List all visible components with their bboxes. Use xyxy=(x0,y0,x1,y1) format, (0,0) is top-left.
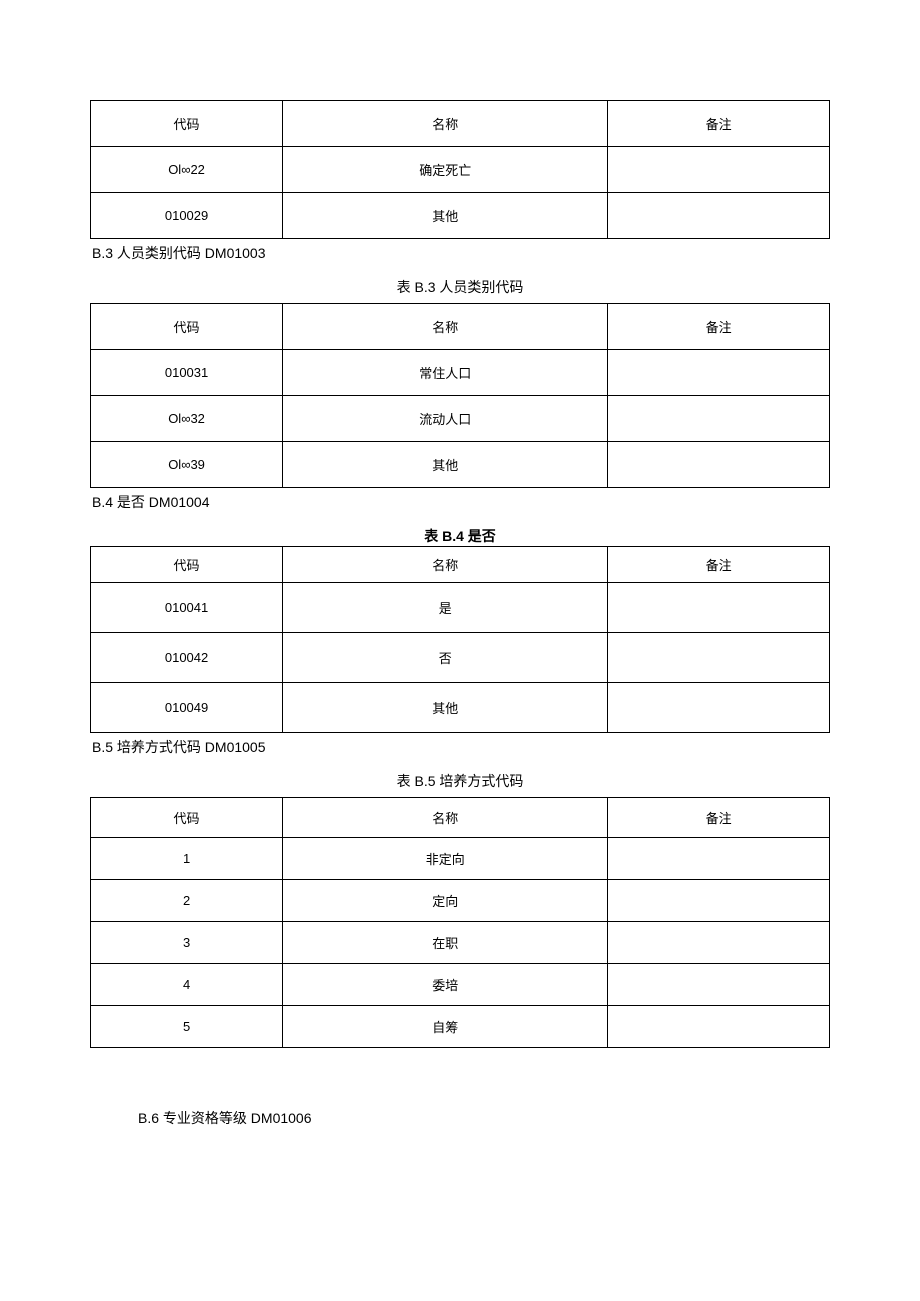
cell-name: 确定死亡 xyxy=(283,147,608,193)
cell-code: 010049 xyxy=(91,683,283,733)
table-b3: 代码 名称 备注 010031 常住人口 Ol∞32 流动人口 Ol∞39 其他 xyxy=(90,303,830,488)
header-note: 备注 xyxy=(608,798,830,838)
table-row: Ol∞22 确定死亡 xyxy=(91,147,830,193)
cell-name: 定向 xyxy=(283,880,608,922)
cell-code: 4 xyxy=(91,964,283,1006)
header-name: 名称 xyxy=(283,101,608,147)
table-b2: 代码 名称 备注 Ol∞22 确定死亡 010029 其他 xyxy=(90,100,830,239)
cell-code: 5 xyxy=(91,1006,283,1048)
cell-note xyxy=(608,964,830,1006)
cell-note xyxy=(608,1006,830,1048)
table-b5: 代码 名称 备注 1 非定向 2 定向 3 在职 4 委培 5 自筹 xyxy=(90,797,830,1048)
header-note: 备注 xyxy=(608,304,830,350)
cell-code: 3 xyxy=(91,922,283,964)
cell-name: 否 xyxy=(283,633,608,683)
table-row: 010042 否 xyxy=(91,633,830,683)
section-b3-heading: B.3 人员类别代码 DM01003 xyxy=(90,243,830,263)
cell-note xyxy=(608,880,830,922)
header-code: 代码 xyxy=(91,798,283,838)
table-row: 010029 其他 xyxy=(91,193,830,239)
table-row: 5 自筹 xyxy=(91,1006,830,1048)
section-b5-heading: B.5 培养方式代码 DM01005 xyxy=(90,737,830,757)
section-b6-heading: B.6 专业资格等级 DM01006 xyxy=(138,1108,830,1128)
cell-name: 非定向 xyxy=(283,838,608,880)
table-b5-caption: 表 B.5 培养方式代码 xyxy=(90,771,830,791)
cell-note xyxy=(608,583,830,633)
header-name: 名称 xyxy=(283,798,608,838)
cell-code: 1 xyxy=(91,838,283,880)
cell-note xyxy=(608,350,830,396)
table-b4-caption: 表 B.4 是否 xyxy=(90,526,830,546)
cell-note xyxy=(608,147,830,193)
table-row: 1 非定向 xyxy=(91,838,830,880)
header-note: 备注 xyxy=(608,547,830,583)
table-row: 3 在职 xyxy=(91,922,830,964)
table-row: 010049 其他 xyxy=(91,683,830,733)
cell-note xyxy=(608,633,830,683)
cell-note xyxy=(608,193,830,239)
cell-code: Ol∞22 xyxy=(91,147,283,193)
cell-code: 010029 xyxy=(91,193,283,239)
cell-name: 常住人口 xyxy=(283,350,608,396)
cell-name: 流动人口 xyxy=(283,396,608,442)
cell-name: 其他 xyxy=(283,442,608,488)
section-b4-heading: B.4 是否 DM01004 xyxy=(90,492,830,512)
table-row: 2 定向 xyxy=(91,880,830,922)
cell-note xyxy=(608,838,830,880)
header-name: 名称 xyxy=(283,304,608,350)
cell-name: 自筹 xyxy=(283,1006,608,1048)
header-code: 代码 xyxy=(91,101,283,147)
cell-code: 2 xyxy=(91,880,283,922)
table-row: Ol∞32 流动人口 xyxy=(91,396,830,442)
cell-name: 委培 xyxy=(283,964,608,1006)
cell-code: 010031 xyxy=(91,350,283,396)
table-row: 010031 常住人口 xyxy=(91,350,830,396)
cell-note xyxy=(608,922,830,964)
table-b4: 代码 名称 备注 010041 是 010042 否 010049 其他 xyxy=(90,546,830,733)
cell-name: 是 xyxy=(283,583,608,633)
table-b3-caption: 表 B.3 人员类别代码 xyxy=(90,277,830,297)
cell-code: Ol∞39 xyxy=(91,442,283,488)
table-header-row: 代码 名称 备注 xyxy=(91,304,830,350)
table-row: 4 委培 xyxy=(91,964,830,1006)
header-name: 名称 xyxy=(283,547,608,583)
table-header-row: 代码 名称 备注 xyxy=(91,798,830,838)
table-row: Ol∞39 其他 xyxy=(91,442,830,488)
cell-note xyxy=(608,442,830,488)
cell-code: 010041 xyxy=(91,583,283,633)
header-note: 备注 xyxy=(608,101,830,147)
cell-name: 其他 xyxy=(283,683,608,733)
header-code: 代码 xyxy=(91,304,283,350)
table-row: 010041 是 xyxy=(91,583,830,633)
cell-name: 其他 xyxy=(283,193,608,239)
cell-code: Ol∞32 xyxy=(91,396,283,442)
table-header-row: 代码 名称 备注 xyxy=(91,547,830,583)
header-code: 代码 xyxy=(91,547,283,583)
cell-note xyxy=(608,396,830,442)
cell-code: 010042 xyxy=(91,633,283,683)
cell-name: 在职 xyxy=(283,922,608,964)
table-header-row: 代码 名称 备注 xyxy=(91,101,830,147)
cell-note xyxy=(608,683,830,733)
